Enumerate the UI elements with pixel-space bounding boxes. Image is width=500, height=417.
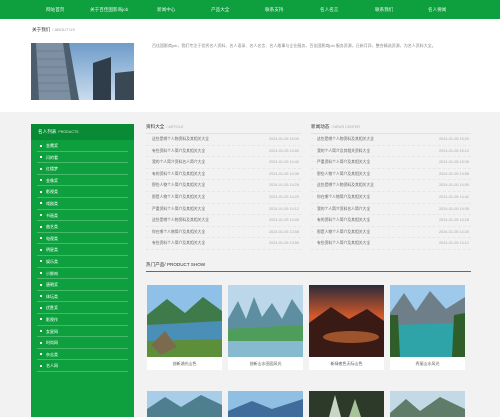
product-caption[interactable]: 新绿夜色天际山色 bbox=[309, 357, 384, 370]
sidebar-item[interactable]: 影视作 bbox=[37, 314, 128, 326]
sidebar-title: 名人列表 bbox=[38, 129, 57, 134]
product-caption[interactable]: 创新湖光山色 bbox=[147, 357, 222, 370]
sidebar-item[interactable]: 杂志类 bbox=[37, 349, 128, 361]
nav-item-contact[interactable]: 联系我们 bbox=[375, 0, 393, 19]
about-title: 关于我们 bbox=[32, 27, 51, 32]
product-image-lake[interactable] bbox=[147, 285, 222, 357]
articles-heading: 资料大全 / ARTICLE bbox=[146, 124, 184, 130]
sidebar-item[interactable]: 闪的看 bbox=[37, 152, 128, 164]
sidebar-item[interactable]: 小鲜肉 bbox=[37, 268, 128, 280]
list-item[interactable]: · 这些是哪个人物资料及其相关大全 2024-01-05 15:00 bbox=[146, 134, 301, 146]
nav-item-celebrity-news[interactable]: 名人要闻 bbox=[428, 0, 446, 19]
sidebar-item[interactable]: 金像奖 bbox=[37, 175, 128, 187]
list-item[interactable]: · 这些是哪个人物资料及其相关大全 2024-01-05 14:50 bbox=[311, 180, 471, 192]
nav-item-quotes[interactable]: 名人名言 bbox=[320, 0, 338, 19]
product-card[interactable]: 创新山水田园风光 bbox=[228, 285, 303, 370]
sidebar-item[interactable]: 明星类 bbox=[37, 244, 128, 256]
list-item[interactable]: · 我的个人简介资料名人简介大全 2024-01-05 14:42 bbox=[146, 157, 301, 169]
list-item[interactable]: · 严重资料个人简介及其相关大全 2024-01-05 15:05 bbox=[311, 157, 471, 169]
list-item[interactable]: · 那是人物个人简介及其相关大全 2024-01-05 14:20 bbox=[311, 227, 471, 239]
sidebar-item[interactable]: 娱乐类 bbox=[37, 256, 128, 268]
news-title[interactable]: 新闻动态 bbox=[311, 124, 329, 129]
about-text: 百佳国影商job，我们专注于优秀名人资料、名人语录、名人名言、名人故事与企业服务… bbox=[152, 43, 436, 48]
product-card[interactable]: 秀丽山水风光 bbox=[390, 285, 465, 370]
list-item[interactable]: · 这些是哪个人物资料及其相关大全 2024-01-05 14:05 bbox=[146, 215, 301, 227]
about-building-image bbox=[31, 43, 134, 100]
list-item[interactable]: · 那些人物个人简介及其相关大全 2024-01-05 14:28 bbox=[146, 180, 301, 192]
nav-item-support[interactable]: 联系支持 bbox=[265, 0, 283, 19]
sidebar-item[interactable]: 时尚网 bbox=[37, 337, 128, 349]
list-item[interactable]: · 有些资料个人简介及其相关大全 2024-01-05 13:50 bbox=[146, 238, 301, 250]
sidebar-list: 金鹰奖 闪的看 红楼梦 金像奖 影视类 戏剧类 书画类 曲艺类 电视类 明星类 … bbox=[31, 140, 134, 372]
product-card[interactable]: 创新湖光山色 bbox=[147, 285, 222, 370]
list-item[interactable]: · 那些人物个人简介及其相关大全 2024-01-05 14:58 bbox=[311, 169, 471, 181]
sidebar-item[interactable]: 优胜奖 bbox=[37, 302, 128, 314]
hot-products-divider bbox=[146, 271, 471, 272]
sidebar-item[interactable]: 红楼梦 bbox=[37, 163, 128, 175]
sidebar-title-en: PRODUCTS bbox=[58, 130, 79, 134]
list-item[interactable]: · 有的资料个人简介及其相关大全 2024-01-05 14:28 bbox=[311, 215, 471, 227]
articles-list: · 这些是哪个人物资料及其相关大全 2024-01-05 15:00 · 有些资料个人… bbox=[146, 134, 301, 250]
articles-title[interactable]: 资料大全 bbox=[146, 124, 164, 129]
nav-item-about[interactable]: 关于百佳国影商job bbox=[90, 0, 128, 19]
sidebar-item[interactable]: 曲艺类 bbox=[37, 221, 128, 233]
nav-item-home[interactable]: 网站首页 bbox=[46, 0, 64, 19]
list-item[interactable]: · 你在哪个人物简介及其相关大全 2024-01-05 13:58 bbox=[146, 227, 301, 239]
news-list: · 这些是哪个人物资料及其相关大全 2024-01-05 15:20 · 我的个人简介… bbox=[311, 134, 471, 250]
nav-item-products[interactable]: 产品大全 bbox=[211, 0, 229, 19]
product-image-sunset[interactable] bbox=[309, 285, 384, 357]
list-item[interactable]: · 我的个人简介资料名人简介大全 2024-01-05 14:35 bbox=[311, 204, 471, 216]
list-item[interactable]: · 我的个人简介及其相关资料大全 2024-01-05 15:12 bbox=[311, 146, 471, 158]
news-heading: 新闻动态 / NEWS CENTER bbox=[311, 124, 360, 130]
sidebar: 名人列表 PRODUCTS 金鹰奖 闪的看 红楼梦 金像奖 影视类 戏剧类 书画类… bbox=[31, 124, 134, 417]
about-title-en: / ABOUT US bbox=[52, 27, 75, 32]
sidebar-item[interactable]: 影视类 bbox=[37, 186, 128, 198]
sidebar-item[interactable]: 女星网 bbox=[37, 326, 128, 338]
about-heading: 关于我们 / ABOUT US bbox=[32, 27, 75, 33]
product-caption[interactable]: 秀丽山水风光 bbox=[390, 357, 465, 370]
list-item[interactable]: · 有些资料个人简介及其相关大全 2024-01-05 14:12 bbox=[311, 238, 471, 250]
sidebar-item[interactable]: 名人网 bbox=[37, 360, 128, 372]
product-image-row2-2[interactable] bbox=[228, 391, 303, 417]
hot-products-title-en: / PRODUCT SHOW bbox=[164, 262, 206, 267]
list-item[interactable]: · 有些资料个人简介及其相关大全 2024-01-05 14:50 bbox=[146, 146, 301, 158]
sidebar-item[interactable]: 电视类 bbox=[37, 233, 128, 245]
sidebar-item[interactable]: 体坛类 bbox=[37, 291, 128, 303]
sidebar-item[interactable]: 戏剧类 bbox=[37, 198, 128, 210]
product-image-row2-3[interactable] bbox=[309, 391, 384, 417]
sidebar-item[interactable]: 唐朝奖 bbox=[37, 279, 128, 291]
list-item[interactable]: · 你在哪个人物简介及其相关大全 2024-01-05 14:42 bbox=[311, 192, 471, 204]
product-image-row2-1[interactable] bbox=[147, 391, 222, 417]
list-item[interactable]: · 有的资料个人简介及其相关大全 2024-01-05 14:35 bbox=[146, 169, 301, 181]
news-title-en: / NEWS CENTER bbox=[331, 125, 360, 129]
product-image-mountain-lake[interactable] bbox=[390, 285, 465, 357]
sidebar-item[interactable]: 书画类 bbox=[37, 210, 128, 222]
nav-item-news[interactable]: 新闻中心 bbox=[157, 0, 175, 19]
sidebar-item[interactable]: 金鹰奖 bbox=[37, 140, 128, 152]
list-item[interactable]: · 那是人物个人简介及其相关大全 2024-01-05 14:20 bbox=[146, 192, 301, 204]
product-caption[interactable]: 创新山水田园风光 bbox=[228, 357, 303, 370]
product-card[interactable]: 新绿夜色天际山色 bbox=[309, 285, 384, 370]
product-image-karst[interactable] bbox=[228, 285, 303, 357]
list-item[interactable]: · 严重资料个人简介及其相关大全 2024-01-05 14:12 bbox=[146, 204, 301, 216]
articles-title-en: / ARTICLE bbox=[166, 125, 184, 129]
about-section: 关于我们 / ABOUT US 百佳国影商job，我们专注于优秀名人资料、名人语录… bbox=[0, 19, 500, 112]
sidebar-heading: 名人列表 PRODUCTS bbox=[31, 124, 134, 140]
product-image-row2-4[interactable] bbox=[390, 391, 465, 417]
list-item[interactable]: · 这些是哪个人物资料及其相关大全 2024-01-05 15:20 bbox=[311, 134, 471, 146]
hot-products-heading: 热门产品/ PRODUCT SHOW bbox=[146, 262, 205, 268]
top-nav-bar: 网站首页 关于百佳国影商job 新闻中心 产品大全 联系支持 名人名言 联系我们… bbox=[0, 0, 500, 19]
hot-products-title: 热门产品 bbox=[146, 262, 165, 267]
